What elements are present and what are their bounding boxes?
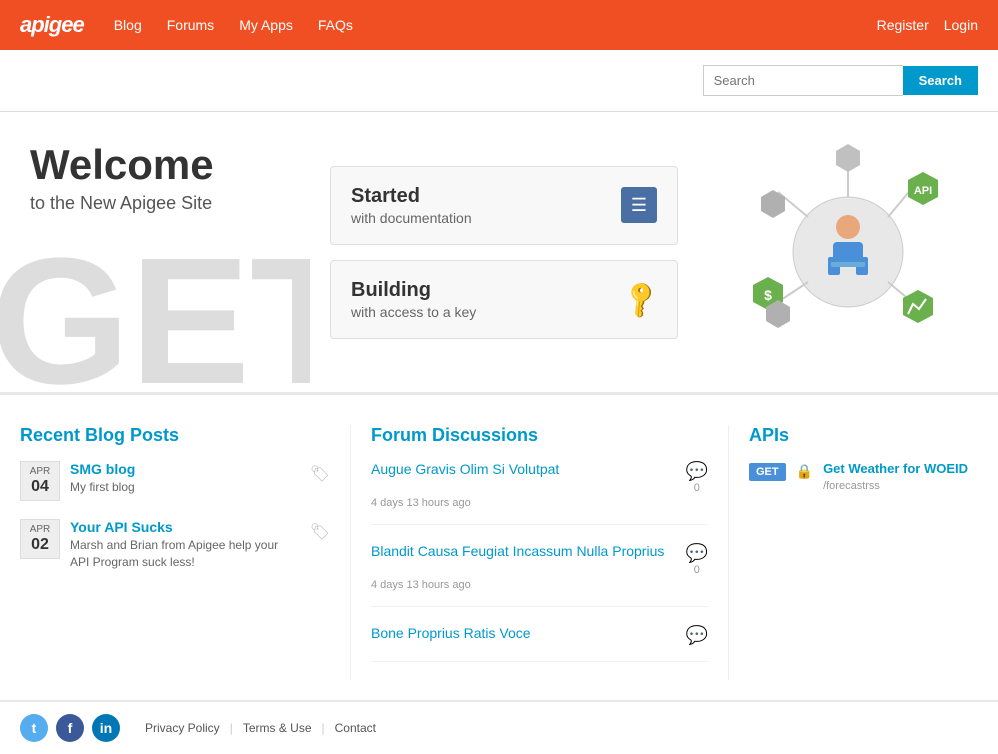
hero-card-documentation[interactable]: Started with documentation ☰ xyxy=(330,166,678,245)
blog-desc-2: Marsh and Brian from Apigee help your AP… xyxy=(70,537,300,571)
comment-count-1: 💬 0 xyxy=(686,461,708,494)
blog-post-1: Apr 04 SMG blog My first blog 🏷 xyxy=(20,461,330,501)
footer-links: Privacy Policy | Terms & Use | Contact xyxy=(135,721,386,735)
facebook-icon[interactable]: f xyxy=(56,714,84,742)
logo[interactable]: apigee xyxy=(20,12,84,38)
day-2: 02 xyxy=(29,535,51,554)
comment-icon-3: 💬 xyxy=(686,625,708,646)
login-link[interactable]: Login xyxy=(944,17,978,33)
social-icons: t f in xyxy=(20,714,120,742)
apis-section-title: APIs xyxy=(749,425,978,446)
nav-myapps[interactable]: My Apps xyxy=(239,17,293,33)
twitter-icon[interactable]: t xyxy=(20,714,48,742)
svg-text:API: API xyxy=(914,185,932,197)
search-button[interactable]: Search xyxy=(903,66,978,95)
forum-section-title: Forum Discussions xyxy=(371,425,708,446)
api-method-badge: GET xyxy=(749,463,786,481)
forum-link-3[interactable]: Bone Proprius Ratis Voce xyxy=(371,625,676,641)
blog-link-2[interactable]: Your API Sucks xyxy=(70,519,300,535)
nav-forums[interactable]: Forums xyxy=(167,17,214,33)
forum-time-2: 4 days 13 hours ago xyxy=(371,579,471,591)
hero-card-building[interactable]: Building with access to a key 🔑 xyxy=(330,260,678,339)
api-name-link[interactable]: Get Weather for WOEID xyxy=(823,461,968,476)
comment-num-2: 0 xyxy=(694,564,700,576)
top-navigation: apigee Blog Forums My Apps FAQs Register… xyxy=(0,0,998,50)
forum-link-1[interactable]: Augue Gravis Olim Si Volutpat xyxy=(371,461,676,477)
api-details-1: Get Weather for WOEID /forecastrss xyxy=(823,461,968,492)
blog-section-title: Recent Blog Posts xyxy=(20,425,330,446)
forum-section: Forum Discussions Augue Gravis Olim Si V… xyxy=(350,425,728,680)
hero-section: Welcome to the New Apigee Site GET Start… xyxy=(0,112,998,392)
comment-icon-2: 💬 xyxy=(686,543,708,564)
hero-cards: Started with documentation ☰ Building wi… xyxy=(310,112,698,392)
month-1: Apr xyxy=(29,466,51,477)
comment-num-1: 0 xyxy=(694,482,700,494)
nav-auth: Register Login xyxy=(877,17,978,33)
svg-text:$: $ xyxy=(764,287,772,303)
hero-card-build-text: Building with access to a key xyxy=(351,279,476,320)
footer: t f in Privacy Policy | Terms & Use | Co… xyxy=(0,700,998,754)
tag-icon-2: 🏷 xyxy=(310,522,330,542)
date-badge-2: Apr 02 xyxy=(20,519,60,559)
forum-item-3: Bone Proprius Ratis Voce 💬 xyxy=(371,625,708,662)
hero-title: Welcome xyxy=(30,142,280,188)
month-2: Apr xyxy=(29,524,51,535)
forum-item-1: Augue Gravis Olim Si Volutpat 💬 0 4 days… xyxy=(371,461,708,525)
hero-card-build-subtitle: with access to a key xyxy=(351,304,476,320)
hero-get-text: GET xyxy=(0,232,310,392)
forum-link-2[interactable]: Blandit Causa Feugiat Incassum Nulla Pro… xyxy=(371,543,676,559)
blog-desc-1: My first blog xyxy=(70,479,300,496)
blog-section: Recent Blog Posts Apr 04 SMG blog My fir… xyxy=(20,425,350,680)
search-bar-area: Search xyxy=(0,50,998,112)
api-path: /forecastrss xyxy=(823,480,880,492)
tag-icon-1: 🏷 xyxy=(310,464,330,484)
key-icon: 🔑 xyxy=(618,277,663,322)
blog-post-2: Apr 02 Your API Sucks Marsh and Brian fr… xyxy=(20,519,330,571)
nav-links: Blog Forums My Apps FAQs xyxy=(114,17,877,33)
hero-subtitle: to the New Apigee Site xyxy=(30,193,280,214)
api-illustration-svg: API $ xyxy=(733,142,963,362)
nav-blog[interactable]: Blog xyxy=(114,17,142,33)
apis-section: APIs GET 🔒 Get Weather for WOEID /foreca… xyxy=(728,425,978,680)
comment-count-2: 💬 0 xyxy=(686,543,708,576)
blog-content-2: Your API Sucks Marsh and Brian from Apig… xyxy=(70,519,300,571)
api-item-1: GET 🔒 Get Weather for WOEID /forecastrss xyxy=(749,461,978,492)
hero-card-doc-text: Started with documentation xyxy=(351,185,472,226)
lock-icon: 🔒 xyxy=(796,463,813,480)
nav-faqs[interactable]: FAQs xyxy=(318,17,353,33)
forum-time-1: 4 days 13 hours ago xyxy=(371,497,471,509)
doc-icon: ☰ xyxy=(621,187,657,223)
hero-left: Welcome to the New Apigee Site GET xyxy=(0,112,310,392)
date-badge-1: Apr 04 xyxy=(20,461,60,501)
terms-link[interactable]: Terms & Use xyxy=(233,721,322,735)
day-1: 04 xyxy=(29,477,51,496)
search-input[interactable] xyxy=(703,65,903,96)
main-content: Recent Blog Posts Apr 04 SMG blog My fir… xyxy=(0,392,998,700)
comment-icon-1: 💬 xyxy=(686,461,708,482)
blog-content-1: SMG blog My first blog xyxy=(70,461,300,496)
hero-card-doc-subtitle: with documentation xyxy=(351,210,472,226)
hero-illustration: API $ xyxy=(698,112,998,392)
linkedin-icon[interactable]: in xyxy=(92,714,120,742)
hero-card-doc-title: Started xyxy=(351,185,472,208)
comment-count-3: 💬 xyxy=(686,625,708,646)
hero-card-build-title: Building xyxy=(351,279,476,302)
forum-item-2: Blandit Causa Feugiat Incassum Nulla Pro… xyxy=(371,543,708,607)
privacy-policy-link[interactable]: Privacy Policy xyxy=(135,721,230,735)
blog-link-1[interactable]: SMG blog xyxy=(70,461,300,477)
contact-link[interactable]: Contact xyxy=(325,721,386,735)
register-link[interactable]: Register xyxy=(877,17,929,33)
